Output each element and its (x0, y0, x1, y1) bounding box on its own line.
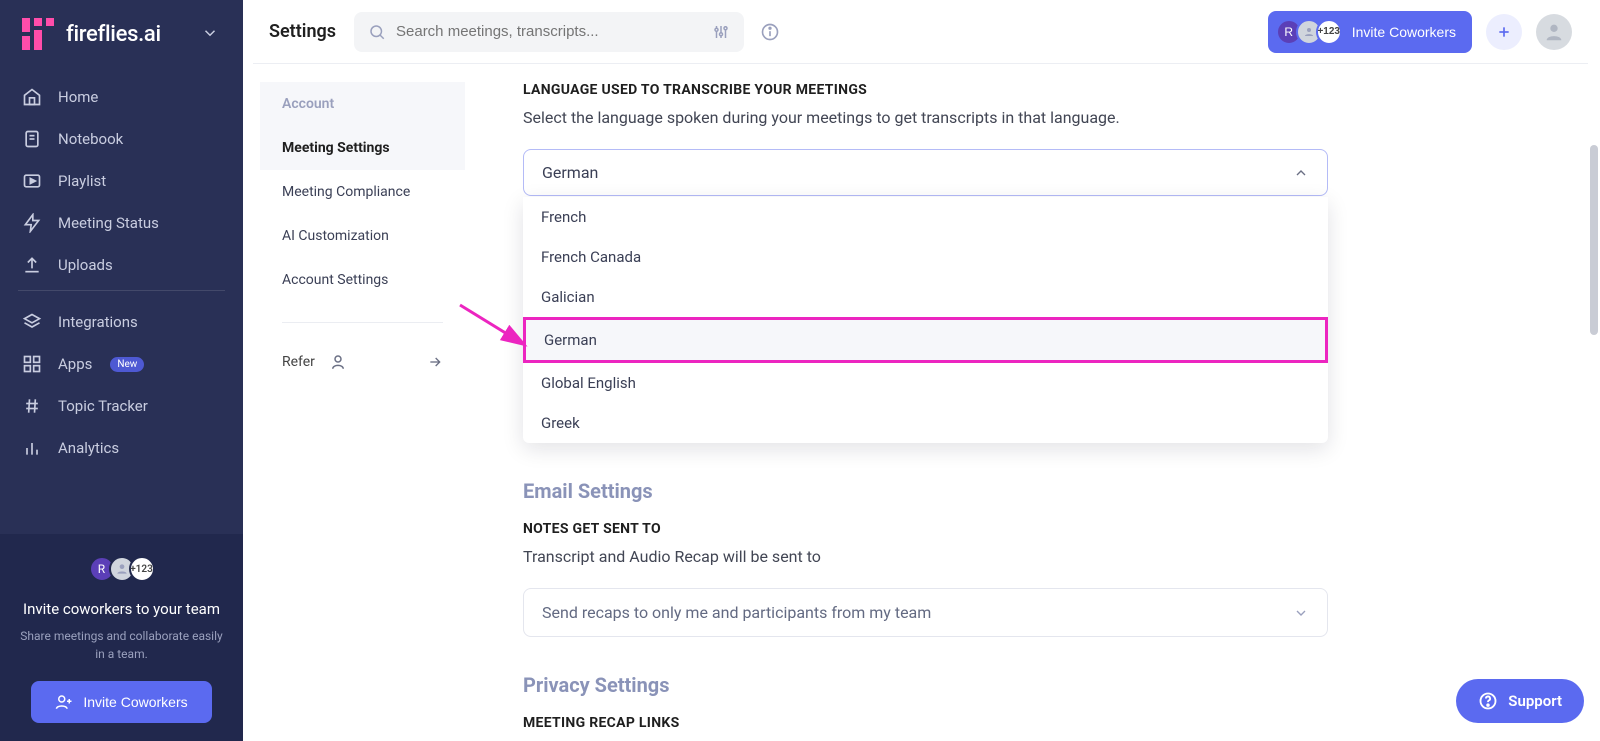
bolt-icon (22, 213, 42, 233)
chevron-down-icon[interactable] (201, 24, 219, 42)
playlist-icon (22, 171, 42, 191)
notes-description: Transcript and Audio Recap will be sent … (523, 547, 1560, 566)
avatar-more: +123 (1316, 19, 1342, 45)
subnav-ai-customization[interactable]: AI Customization (260, 214, 465, 258)
add-button[interactable] (1486, 14, 1522, 50)
search-box[interactable] (354, 12, 744, 52)
language-option-greek[interactable]: Greek (523, 403, 1328, 443)
language-select[interactable]: German (523, 149, 1328, 196)
logo-icon (22, 18, 54, 50)
button-label: Invite Coworkers (1352, 24, 1456, 40)
plus-icon (1496, 24, 1512, 40)
sliders-icon[interactable] (712, 23, 730, 41)
header-invite-button[interactable]: R +123 Invite Coworkers (1268, 11, 1472, 53)
language-option-french[interactable]: French (523, 197, 1328, 237)
user-avatar[interactable] (1536, 14, 1572, 50)
language-option-global-english[interactable]: Global English (523, 363, 1328, 403)
divider (282, 322, 443, 323)
language-description: Select the language spoken during your m… (523, 108, 1560, 127)
nav-notebook[interactable]: Notebook (0, 118, 243, 160)
user-icon (1543, 21, 1565, 43)
notes-heading: NOTES GET SENT TO (523, 521, 1560, 537)
app-sidebar: fireflies.ai Home Notebook Playlist Meet… (0, 0, 243, 741)
nav-playlist[interactable]: Playlist (0, 160, 243, 202)
privacy-heading: MEETING RECAP LINKS (523, 715, 1560, 731)
team-avatars[interactable]: R +123 (89, 556, 155, 582)
nav-integrations[interactable]: Integrations (0, 301, 243, 343)
refer-label: Refer (282, 354, 315, 370)
nav-meeting-status[interactable]: Meeting Status (0, 202, 243, 244)
language-option-german[interactable]: German (523, 317, 1328, 363)
nav-label: Notebook (58, 130, 123, 148)
nav-label: Apps (58, 355, 92, 373)
page-header: Settings R +123 Invite Coworkers (253, 0, 1588, 64)
nav-label: Playlist (58, 172, 106, 190)
header-actions: R +123 Invite Coworkers (1268, 11, 1572, 53)
language-dropdown: French French Canada Galician German Glo… (523, 197, 1328, 443)
team-avatars: R +123 (1276, 19, 1342, 45)
settings-subnav: Account Meeting Settings Meeting Complia… (260, 82, 465, 381)
recap-select[interactable]: Send recaps to only me and participants … (523, 588, 1328, 637)
language-selected-value: German (542, 163, 598, 182)
search-icon (368, 23, 386, 41)
info-icon[interactable] (760, 22, 780, 42)
email-settings-title: Email Settings (523, 479, 1560, 503)
notebook-icon (22, 129, 42, 149)
nav-label: Uploads (58, 256, 113, 274)
language-option-galician[interactable]: Galician (523, 277, 1328, 317)
help-icon (1478, 691, 1498, 711)
user-icon (329, 353, 347, 371)
recap-selected-value: Send recaps to only me and participants … (542, 603, 931, 622)
subnav-account-settings[interactable]: Account Settings (260, 258, 465, 302)
apps-icon (22, 354, 42, 374)
nav-primary: Home Notebook Playlist Meeting Status Up… (0, 72, 243, 290)
hash-icon (22, 396, 42, 416)
upload-icon (22, 255, 42, 275)
support-button[interactable]: Support (1456, 679, 1584, 723)
sidebar-footer: R +123 Invite coworkers to your team Sha… (0, 534, 243, 741)
bars-icon (22, 438, 42, 458)
nav-label: Integrations (58, 313, 138, 331)
subnav-account[interactable]: Account (260, 82, 465, 126)
avatar-more: +123 (129, 556, 155, 582)
nav-label: Topic Tracker (58, 397, 148, 415)
refer-link[interactable]: Refer (260, 343, 465, 381)
user-plus-icon (55, 693, 73, 711)
arrow-right-icon (427, 354, 443, 370)
nav-label: Home (58, 88, 98, 106)
nav-label: Meeting Status (58, 214, 159, 232)
new-badge: New (110, 357, 144, 372)
layers-icon (22, 312, 42, 332)
nav-home[interactable]: Home (0, 76, 243, 118)
invite-title: Invite coworkers to your team (23, 600, 220, 618)
language-heading: LANGUAGE USED TO TRANSCRIBE YOUR MEETING… (523, 82, 1560, 98)
nav-secondary: Integrations Apps New Topic Tracker Anal… (0, 297, 243, 473)
subnav-meeting-compliance[interactable]: Meeting Compliance (260, 170, 465, 214)
brand-name: fireflies.ai (66, 22, 161, 47)
nav-topic-tracker[interactable]: Topic Tracker (0, 385, 243, 427)
language-option-french-canada[interactable]: French Canada (523, 237, 1328, 277)
support-label: Support (1508, 692, 1562, 710)
privacy-settings-title: Privacy Settings (523, 673, 1560, 697)
divider (18, 290, 225, 291)
chevron-up-icon (1293, 165, 1309, 181)
invite-subtitle: Share meetings and collaborate easily in… (18, 628, 225, 663)
nav-uploads[interactable]: Uploads (0, 244, 243, 286)
home-icon (22, 87, 42, 107)
scrollbar-thumb[interactable] (1590, 145, 1598, 335)
search-input[interactable] (396, 23, 712, 40)
subnav-meeting-settings[interactable]: Meeting Settings (260, 126, 465, 170)
chevron-down-icon (1293, 605, 1309, 621)
button-label: Invite Coworkers (83, 694, 187, 710)
invite-coworkers-button[interactable]: Invite Coworkers (31, 681, 211, 723)
nav-label: Analytics (58, 439, 119, 457)
settings-content: LANGUAGE USED TO TRANSCRIBE YOUR MEETING… (523, 82, 1560, 741)
nav-analytics[interactable]: Analytics (0, 427, 243, 469)
nav-apps[interactable]: Apps New (0, 343, 243, 385)
page-title: Settings (269, 21, 336, 42)
